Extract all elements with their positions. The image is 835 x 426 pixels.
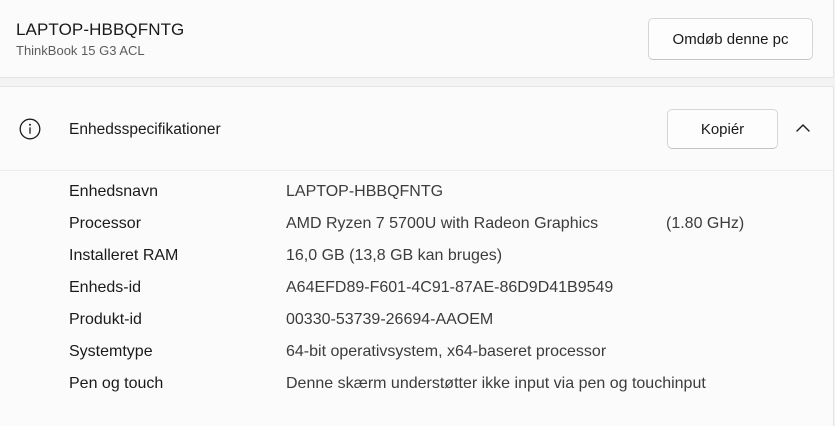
device-specifications-panel: Enhedsspecifikationer Kopiér Enhedsnavn L… [0, 86, 834, 426]
spec-value: 00330-53739-26694-AAOEM [286, 311, 494, 328]
device-model: ThinkBook 15 G3 ACL [16, 43, 145, 58]
device-name-card: LAPTOP-HBBQFNTG ThinkBook 15 G3 ACL Omdø… [0, 0, 834, 78]
spec-label: Installeret RAM [69, 247, 179, 264]
spec-row: Installeret RAM 16,0 GB (13,8 GB kan brug… [0, 243, 833, 275]
spec-label: Systemtype [69, 343, 153, 360]
spec-row: Enheds-id A64EFD89-F601-4C91-87AE-86D9D41… [0, 275, 833, 307]
spec-row: Processor AMD Ryzen 7 5700U with Radeon G… [0, 211, 833, 243]
device-name: LAPTOP-HBBQFNTG [16, 20, 185, 39]
spec-row: Pen og touch Denne skærm understøtter ikk… [0, 371, 833, 403]
spec-row: Enhedsnavn LAPTOP-HBBQFNTG [0, 179, 833, 211]
spec-value: 16,0 GB (13,8 GB kan bruges) [286, 247, 503, 264]
spec-row: Systemtype 64-bit operativsystem, x64-bas… [0, 339, 833, 371]
spec-label: Pen og touch [69, 375, 164, 392]
spec-value-extra: (1.80 GHz) [666, 215, 745, 232]
spec-list: Enhedsnavn LAPTOP-HBBQFNTG Processor AMD Ry… [0, 179, 833, 403]
spec-label: Enheds-id [69, 279, 142, 296]
spec-label: Produkt-id [69, 311, 142, 328]
spec-label: Processor [69, 215, 142, 232]
info-icon [19, 118, 41, 140]
chevron-up-icon[interactable] [794, 121, 812, 135]
copy-button[interactable]: Kopiér [667, 109, 778, 149]
spec-value: Denne skærm understøtter ikke input via … [286, 375, 706, 392]
spec-value: 64-bit operativsystem, x64-baseret proce… [286, 343, 607, 360]
section-title: Enhedsspecifikationer [69, 121, 221, 138]
spec-value: LAPTOP-HBBQFNTG [286, 183, 444, 200]
device-specifications-header[interactable]: Enhedsspecifikationer Kopiér [0, 87, 833, 171]
rename-pc-button[interactable]: Omdøb denne pc [648, 18, 813, 60]
spec-value: A64EFD89-F601-4C91-87AE-86D9D41B9549 [286, 279, 614, 296]
spec-label: Enhedsnavn [69, 183, 158, 200]
spec-row: Produkt-id 00330-53739-26694-AAOEM [0, 307, 833, 339]
spec-value: AMD Ryzen 7 5700U with Radeon Graphics [286, 215, 599, 232]
